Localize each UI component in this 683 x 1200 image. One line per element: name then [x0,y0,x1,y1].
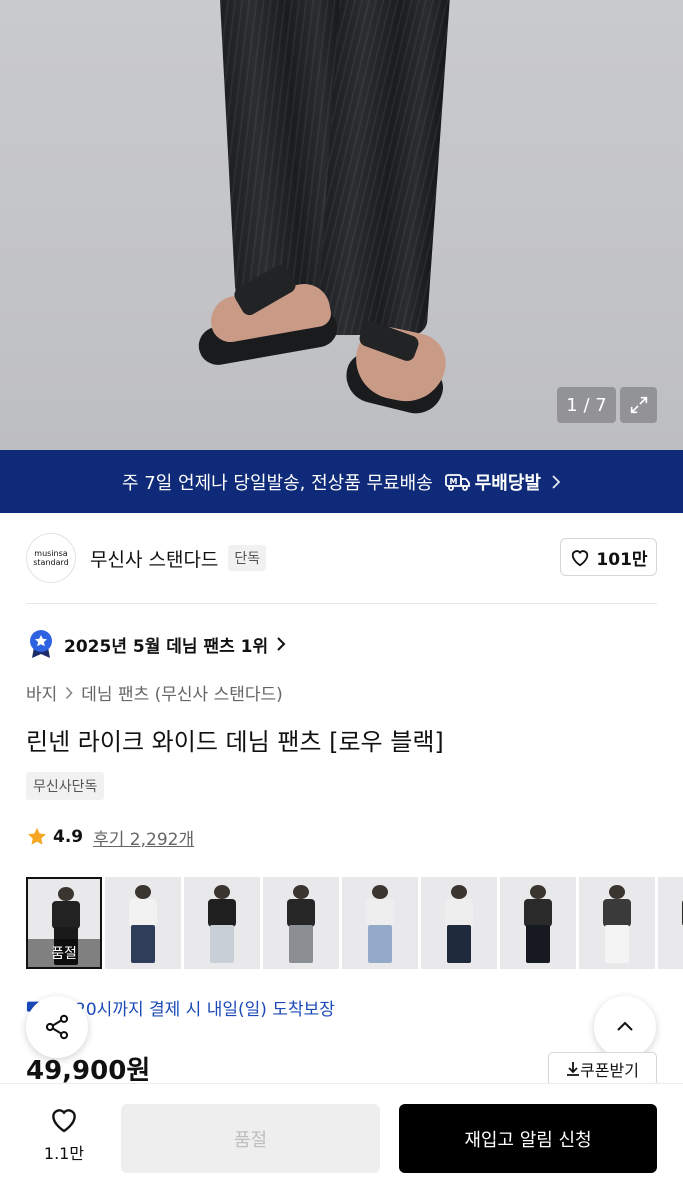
delivery-text: 늘 20시까지 결제 시 내일(일) 도착보장 [54,1000,335,1020]
soldout-overlay: 품절 [28,939,100,967]
thumbnail-model-head [372,885,388,899]
coupon-label: 쿠폰받기 [580,1061,639,1080]
chevron-up-icon [617,1021,633,1031]
thumbnail-model-head [451,885,467,899]
share-icon [45,1014,69,1040]
brand-name[interactable]: 무신사 스탠다드 [90,545,218,572]
thumbnail-model-pants [447,925,471,963]
chevron-right-icon [552,474,561,489]
wishlist-count: 1.1만 [43,1144,85,1163]
star-icon [28,827,46,845]
thumbnail-model-top [445,899,473,927]
brand-like-count: 101만 [596,549,648,570]
color-thumbnail-black[interactable]: 품절 [26,877,102,969]
svg-text:M: M [449,477,457,486]
thumbnail-model-pants [210,925,234,963]
thumbnail-model-head [135,885,151,899]
color-thumbnail-extra[interactable] [658,877,683,969]
ranking-text: 2025년 5월 데님 팬츠 1위 [64,636,269,657]
thumbnail-model-top [208,899,236,927]
thumbnail-model-pants [368,925,392,963]
thumbnail-model-pants [526,925,550,963]
download-icon [567,1062,580,1076]
rating-score: 4.9 [53,827,84,847]
brand-logo[interactable]: musinsa standard [26,533,76,583]
thumbnail-model-head [530,885,546,899]
shipping-banner[interactable]: 주 7일 언제나 당일발송, 전상품 무료배송 M 무배당발 [0,450,683,513]
color-thumbnail-light-blue[interactable] [342,877,418,969]
product-title: 린넨 라이크 와이드 데님 팬츠 [로우 블랙] [26,728,444,756]
coupon-button[interactable]: 쿠폰받기 [548,1052,657,1086]
breadcrumb-item-pants[interactable]: 바지 [26,680,57,705]
thumbnail-model-top [52,901,80,929]
reviews-link[interactable]: 후기 2,292개 [93,825,194,850]
color-thumbnail-black-shirt-grey[interactable] [263,877,339,969]
brand-like-button[interactable]: 101만 [560,538,657,576]
thumbnail-model-head [58,887,74,901]
bottom-action-bar: 1.1만 품절 재입고 알림 신청 [0,1083,683,1200]
thumbnail-model-pants [289,925,313,963]
expand-icon [630,396,647,414]
thumbnail-model-head [214,885,230,899]
breadcrumb: 바지 데님 팬츠 (무신사 스탠다드) [26,680,283,705]
banner-logo: M 무배당발 [444,469,541,495]
thumbnail-model-head [293,885,309,899]
thumbnail-model-top [524,899,552,927]
share-button[interactable] [26,996,88,1058]
brand-row[interactable]: musinsa standard 무신사 스탠다드 단독 101만 [26,532,657,584]
restock-alert-button[interactable]: 재입고 알림 신청 [399,1104,657,1173]
wishlist-button[interactable]: 1.1만 [26,1104,102,1174]
thumbnail-model-top [129,899,157,927]
product-price: 49,900원 [26,1056,151,1086]
banner-logo-text: 무배당발 [474,472,541,494]
truck-icon: M [444,473,470,491]
expand-button[interactable] [620,387,657,423]
ranking-link[interactable]: 2025년 5월 데님 팬츠 1위 [28,628,286,660]
brand-logo-line1: musinsa [34,549,68,558]
thumbnail-model-top [603,899,631,927]
color-thumbnail-white-shirt-blue[interactable] [105,877,181,969]
heart-icon [572,550,589,567]
breadcrumb-item-category[interactable]: 데님 팬츠 (무신사 스탠다드) [81,680,283,705]
rating-row: 4.9 후기 2,292개 [26,822,194,852]
thumbnail-model-top [287,899,315,927]
divider [26,603,657,604]
image-counter: 1 / 7 [557,387,616,423]
scroll-top-button[interactable] [594,996,656,1058]
chevron-right-icon [277,637,286,651]
rank-badge-icon [30,630,52,658]
chevron-right-icon [66,686,73,699]
heart-icon [52,1109,76,1133]
product-image[interactable]: 1 / 7 [0,0,683,450]
thumbnail-model-head [609,885,625,899]
exclusive-badge: 단독 [228,545,267,571]
banner-text: 주 7일 언제나 당일발송, 전상품 무료배송 [122,472,433,494]
thumbnail-model-pants [605,925,629,963]
soldout-button[interactable]: 품절 [121,1104,380,1173]
brand-logo-line2: standard [33,558,69,567]
thumbnail-model-top [366,899,394,927]
exclusive-tag: 무신사단독 [26,772,105,800]
color-thumbnails: 품절 [26,877,683,969]
product-image-leg-right [316,0,450,335]
color-thumbnail-black-2[interactable] [500,877,576,969]
color-thumbnail-black-shirt-light[interactable] [184,877,260,969]
thumbnail-model-pants [131,925,155,963]
color-thumbnail-white[interactable] [579,877,655,969]
color-thumbnail-dark-navy[interactable] [421,877,497,969]
